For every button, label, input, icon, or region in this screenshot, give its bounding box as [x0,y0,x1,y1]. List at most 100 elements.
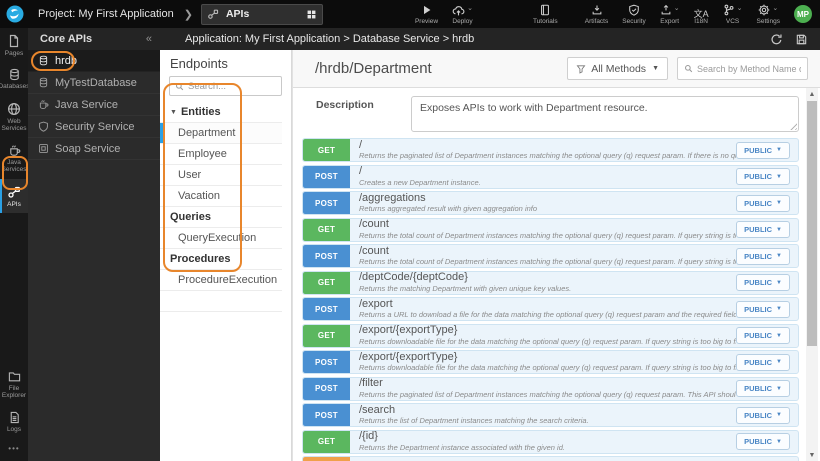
method-badge: POST [303,377,350,400]
access-level-dropdown[interactable]: PUBLIC ▼ [736,380,790,397]
access-level-dropdown[interactable]: PUBLIC ▼ [736,353,790,371]
save-icon[interactable] [795,33,808,46]
sidebar-item-logs[interactable]: Logs [0,405,28,438]
apis-tab[interactable]: APIs [200,3,323,25]
method-search[interactable] [677,57,808,80]
access-level-dropdown[interactable]: PUBLIC ▼ [736,274,790,291]
access-level-dropdown[interactable]: PUBLIC ▼ [736,194,790,212]
topbar-artifacts-button[interactable]: Artifacts [585,4,608,25]
page-title: /hrdb/Department [315,60,432,77]
endpoint-item-queryexecution[interactable]: QueryExecution [160,228,282,249]
sidebar-item-java-services[interactable]: Java Services [0,138,28,179]
caret-down-icon: ▼ [776,200,782,206]
sidebar-item-apis[interactable]: APIs [0,178,28,214]
method-badge: POST [303,351,350,373]
access-level-dropdown[interactable]: PUBLIC ▼ [736,406,790,424]
rail-item-label: APIs [7,200,21,208]
api-row[interactable]: GET /{id} Returns the Department instanc… [302,429,799,454]
topbar-settings-button[interactable]: ⌄ Settings [757,4,780,25]
topbar-deploy-button[interactable]: ⌄ Deploy [452,4,473,25]
api-path: /export/{exportType} [359,325,458,337]
endpoint-group-entities[interactable]: ▼ Entities [160,102,282,123]
caret-down-icon: ▼ [776,226,782,233]
core-api-item-soap-service[interactable]: Soap Service [28,138,160,160]
core-api-item-java-service[interactable]: Java Service [28,94,160,116]
api-row[interactable]: POST /export Returns a URL to download a… [302,297,799,321]
topbar-tutorials-button[interactable]: Tutorials [533,4,558,25]
endpoint-item-procedureexecution[interactable]: ProcedureExecution [160,270,282,291]
access-level-dropdown[interactable]: PUBLIC ▼ [736,141,790,159]
endpoint-item-label: Vacation [178,190,220,202]
method-badge: GET [303,430,350,453]
wavemaker-logo-icon[interactable] [6,5,24,23]
api-row[interactable]: GET /deptCode/{deptCode} Returns the mat… [302,270,799,295]
api-row[interactable]: POST /count Returns the total count of D… [302,244,799,268]
core-apis-panel: hrdb MyTestDatabase Java Service Securit… [28,50,160,461]
rail-more-button[interactable]: ••• [0,438,28,461]
api-row[interactable]: POST / Creates a new Department instance… [302,164,799,189]
api-icon [7,185,21,199]
core-api-item-label: MyTestDatabase [55,76,137,89]
chevron-down-icon: ⌄ [467,4,473,12]
methods-filter-dropdown[interactable]: All Methods ▼ [567,57,668,80]
api-row[interactable]: POST /search Returns the list of Departm… [302,403,799,427]
endpoint-item-label: Department [178,127,236,139]
api-row[interactable]: GET /export/{exportType} Returns downloa… [302,323,799,348]
description-textarea[interactable]: Exposes APIs to work with Department res… [411,96,799,132]
topbar-security-button[interactable]: Security [622,4,646,25]
method-search-input[interactable] [697,63,801,74]
core-api-item-hrdb[interactable]: hrdb [28,50,160,72]
caret-down-icon: ▼ [776,385,782,392]
scroll-down-arrow-icon[interactable]: ▼ [806,449,818,461]
core-api-item-security-service[interactable]: Security Service [28,116,160,138]
refresh-icon[interactable] [770,33,783,46]
method-badge: GET [303,271,350,294]
endpoints-search[interactable] [169,76,282,96]
collapse-panel-icon[interactable]: « [146,33,152,45]
api-description: Creates a new Department instance. [359,177,481,187]
access-level-dropdown[interactable]: PUBLIC ▼ [736,221,790,238]
caret-down-icon: ▼ [776,438,782,445]
endpoint-group-queries[interactable]: Queries [160,207,282,228]
endpoints-panel: Endpoints ▼Entities Department Employee … [160,50,292,461]
topbar-preview-button[interactable]: Preview [415,4,438,25]
topbar-i18n-button[interactable]: 文A I18N [694,4,709,25]
api-description: Returns the matching Department with giv… [359,283,572,293]
sidebar-item-file-explorer[interactable]: File Explorer [0,364,28,405]
endpoint-item-employee[interactable]: Employee [160,144,282,165]
api-row-texts: /count Returns the total count of Depart… [350,246,736,267]
database-icon [38,55,49,66]
api-row[interactable]: GET / Returns the paginated list of Depa… [302,138,799,162]
access-level-dropdown[interactable]: PUBLIC ▼ [736,168,790,185]
endpoint-item-vacation[interactable]: Vacation [160,186,282,207]
api-row[interactable]: POST /filter Returns the paginated list … [302,376,799,401]
api-row[interactable]: GET /count Returns the total count of De… [302,217,799,242]
endpoint-item-department[interactable]: Department [160,123,282,144]
access-level-dropdown[interactable]: PUBLIC ▼ [736,433,790,450]
core-api-item-label: hrdb [55,54,78,67]
chevron-down-icon: ⌄ [772,4,779,12]
endpoint-group-procedures[interactable]: Procedures [160,249,282,270]
chevron-right-icon: ❯ [183,8,193,21]
topbar-vcs-button[interactable]: ⌄ VCS [723,4,743,25]
sidebar-item-web-services[interactable]: Web Services [0,96,28,138]
scrollbar-thumb[interactable] [807,101,817,346]
avatar[interactable]: MP [794,5,812,23]
endpoints-search-input[interactable] [188,80,276,92]
core-api-item-mytestdatabase[interactable]: MyTestDatabase [28,72,160,94]
endpoint-item-user[interactable]: User [160,165,282,186]
scrollbar[interactable]: ▲ ▼ [806,88,818,461]
access-level-dropdown[interactable]: PUBLIC ▼ [736,247,790,265]
sidebar-item-pages[interactable]: Pages [0,28,28,62]
api-row-partial[interactable] [302,456,799,461]
topbar-export-button[interactable]: ⌄ Export [660,4,680,25]
scroll-up-arrow-icon[interactable]: ▲ [806,88,818,100]
pages-icon [7,34,21,48]
api-row[interactable]: POST /export/{exportType} Returns downlo… [302,350,799,374]
access-level-dropdown[interactable]: PUBLIC ▼ [736,327,790,344]
sidebar-item-databases[interactable]: Databases [0,62,30,95]
api-row[interactable]: POST /aggregations Returns aggregated re… [302,191,799,215]
grid-icon[interactable] [306,9,317,20]
endpoints-title: Endpoints [170,56,228,71]
access-level-dropdown[interactable]: PUBLIC ▼ [736,300,790,318]
